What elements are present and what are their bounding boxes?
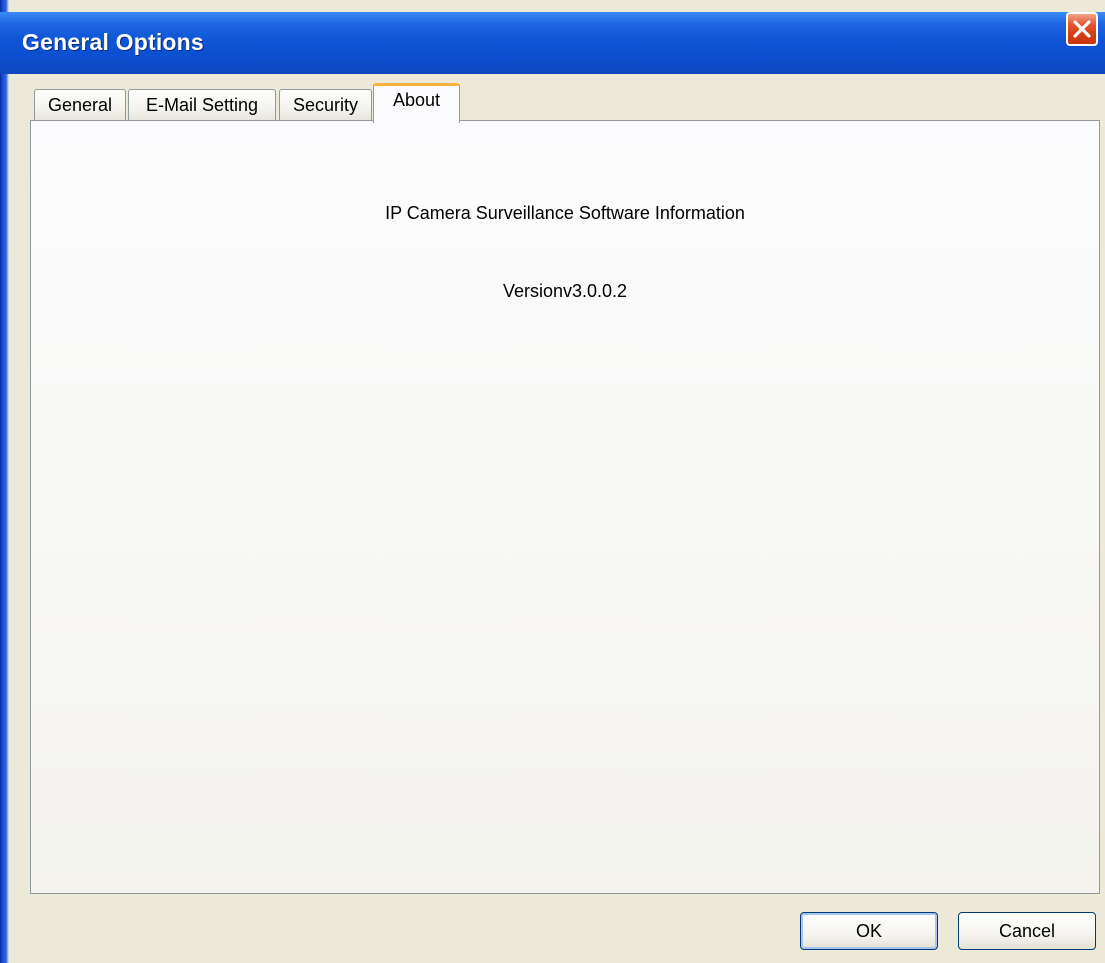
close-icon: [1071, 18, 1093, 40]
title-bar[interactable]: General Options: [0, 12, 1105, 74]
about-panel: IP Camera Surveillance Software Informat…: [30, 120, 1100, 894]
tab-security-label: Security: [292, 95, 359, 115]
tab-general[interactable]: General: [34, 89, 126, 121]
tab-about-label: About: [392, 90, 441, 110]
version-text: Versionv3.0.0.2: [502, 281, 628, 301]
window-border: [0, 0, 9, 963]
tab-general-label: General: [47, 95, 113, 115]
cancel-button[interactable]: Cancel: [958, 912, 1096, 950]
ok-button-label: OK: [855, 920, 882, 941]
tab-security[interactable]: Security: [279, 89, 372, 121]
window-title: General Options: [22, 29, 204, 55]
tab-about[interactable]: About: [373, 83, 460, 123]
tab-email-setting[interactable]: E-Mail Setting: [128, 89, 276, 121]
ok-button[interactable]: OK: [800, 912, 938, 950]
cancel-button-label: Cancel: [998, 920, 1056, 941]
tab-strip: General E-Mail Setting Security About: [30, 83, 1100, 123]
tab-email-setting-label: E-Mail Setting: [145, 95, 259, 115]
general-options-dialog: General Options General E-Mail Setting S…: [0, 0, 1105, 963]
close-button[interactable]: [1066, 12, 1098, 46]
software-info-title: IP Camera Surveillance Software Informat…: [385, 203, 745, 223]
